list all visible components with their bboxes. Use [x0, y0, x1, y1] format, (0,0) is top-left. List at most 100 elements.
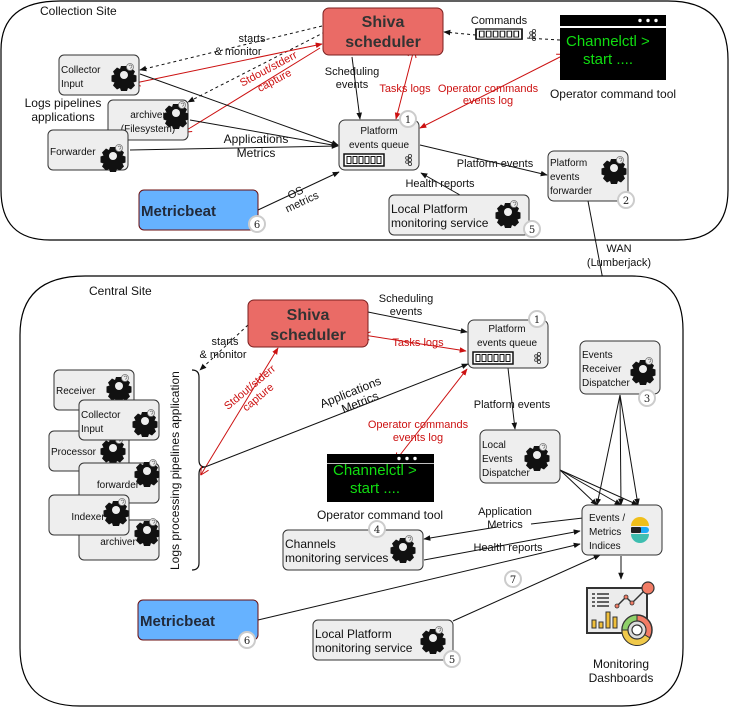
svg-text:Collector: Collector — [81, 410, 121, 421]
queue-icon — [343, 153, 385, 167]
pipelines-label: Logs pipelines — [25, 96, 102, 110]
central-operator-command-tool-caption: Operator command tool — [317, 508, 443, 522]
app-collector-input[interactable]: Collector Input — [78, 399, 160, 441]
svg-text:events queue: events queue — [477, 338, 537, 349]
svg-text:Events /: Events / — [589, 513, 625, 524]
svg-text:Local: Local — [482, 440, 506, 451]
label-health-reports: Health reports — [405, 178, 475, 190]
label-central-health-reports: Health reports — [473, 542, 543, 554]
operator-command-tool-caption: Operator command tool — [550, 87, 676, 101]
node-central-local-platform-monitoring[interactable]: Local Platform monitoring service 5 — [312, 619, 461, 668]
node-local-platform-monitoring[interactable]: Local Platform monitoring service 5 — [388, 194, 541, 238]
svg-text:Processor: Processor — [51, 447, 97, 458]
node-platform-events-queue[interactable]: Platform events queue 1 — [338, 110, 420, 171]
commands-queue-icon — [475, 28, 523, 41]
label-central-events-log: events log — [393, 432, 443, 444]
central-site-title: Central Site — [89, 284, 152, 298]
svg-text:1: 1 — [405, 115, 411, 126]
svg-text:5: 5 — [529, 225, 535, 236]
svg-text:start ....: start .... — [583, 51, 633, 68]
svg-text:Shiva: Shiva — [362, 14, 405, 31]
label-tasks-logs: Tasks logs — [379, 83, 431, 95]
label-scheduling: Scheduling — [325, 66, 379, 78]
svg-text:Channelctl >: Channelctl > — [333, 462, 417, 479]
label-central-starts: starts — [212, 336, 239, 348]
svg-text:archiver: archiver — [100, 537, 136, 548]
node-events-metrics-indices[interactable]: Events / Metrics Indices — [581, 504, 663, 556]
label-events-log: events log — [463, 95, 513, 107]
svg-text:start ....: start .... — [350, 480, 400, 497]
svg-text:5: 5 — [449, 655, 455, 666]
app-indexer[interactable]: Indexer — [48, 494, 130, 536]
wan-label: WAN — [606, 243, 631, 255]
pipelines-vertical-label: Logs processing pipelines application — [168, 371, 182, 570]
svg-text:Forwarder: Forwarder — [50, 147, 96, 158]
svg-text:Metricbeat: Metricbeat — [140, 613, 215, 630]
label-monitor: & monitor — [214, 46, 261, 58]
dashboards-caption-2: Dashboards — [589, 671, 654, 685]
svg-text:6: 6 — [244, 636, 250, 647]
svg-text:Platform: Platform — [550, 158, 587, 169]
collection-site-title: Collection Site — [40, 4, 117, 18]
architecture-diagram: Collection Site starts & monitor Stdout/… — [0, 0, 729, 707]
svg-text:monitoring service: monitoring service — [391, 216, 489, 230]
svg-text:Dispatcher: Dispatcher — [482, 468, 530, 479]
label-operator-commands: Operator commands — [438, 83, 539, 95]
svg-text:Receiver: Receiver — [56, 386, 96, 397]
node-forwarder[interactable]: Forwarder — [47, 129, 129, 173]
label-central-operator-commands: Operator commands — [368, 419, 469, 431]
node-central-platform-events-queue[interactable]: Platform events queue 1 — [467, 310, 549, 369]
svg-text:1: 1 — [534, 315, 540, 326]
svg-text:Platform: Platform — [360, 126, 397, 137]
svg-text:Channelctl >: Channelctl > — [566, 33, 650, 50]
dashboards-caption: Monitoring — [593, 657, 649, 671]
svg-text:Dispatcher: Dispatcher — [582, 378, 630, 389]
label-application-metrics: Metrics — [487, 519, 523, 531]
label-central-monitor: & monitor — [199, 349, 246, 361]
label-starts: starts — [239, 33, 266, 45]
svg-text:Indices: Indices — [589, 541, 621, 552]
operator-command-tool[interactable]: Channelctl > start .... — [560, 15, 666, 80]
svg-text:Events: Events — [482, 454, 513, 465]
svg-text:Shiva: Shiva — [287, 307, 330, 324]
queue-icon — [472, 351, 514, 365]
node-shiva-scheduler[interactable]: Shiva scheduler — [322, 7, 444, 56]
node-metricbeat[interactable]: Metricbeat 6 — [138, 189, 266, 233]
label-central-platform-events: Platform events — [474, 399, 551, 411]
label-central-tasks-logs: Tasks logs — [392, 337, 444, 349]
svg-text:monitoring services: monitoring services — [285, 551, 388, 565]
svg-text:Receiver: Receiver — [582, 364, 622, 375]
svg-text:Channels: Channels — [285, 537, 336, 551]
wan-lumberjack-label: (Lumberjack) — [587, 257, 651, 269]
elasticsearch-icon — [631, 517, 649, 543]
svg-text:Local Platform: Local Platform — [315, 627, 392, 641]
central-operator-command-tool[interactable]: Channelctl > start .... — [327, 454, 434, 502]
svg-text:Input: Input — [81, 424, 103, 435]
svg-text:scheduler: scheduler — [345, 34, 421, 51]
svg-text:2: 2 — [623, 196, 629, 207]
svg-text:forwarder: forwarder — [97, 480, 140, 491]
svg-text:Local Platform: Local Platform — [391, 202, 468, 216]
svg-text:6: 6 — [254, 220, 260, 231]
svg-text:scheduler: scheduler — [270, 327, 346, 344]
node-collector-input[interactable]: Collector Input — [58, 54, 140, 96]
svg-text:forwarder: forwarder — [550, 186, 593, 197]
label-application: Application — [478, 506, 532, 518]
svg-text:monitoring service: monitoring service — [315, 641, 413, 655]
svg-text:Metrics: Metrics — [589, 527, 621, 538]
node-platform-events-forwarder[interactable]: Platform events forwarder 2 — [547, 150, 635, 209]
svg-text:4: 4 — [374, 525, 380, 536]
svg-text:Collector: Collector — [61, 65, 101, 76]
collection-site: Collection Site starts & monitor Stdout/… — [0, 0, 729, 241]
node-local-events-dispatcher[interactable]: Local Events Dispatcher — [479, 429, 561, 484]
svg-text:7: 7 — [510, 575, 516, 586]
node-central-shiva-scheduler[interactable]: Shiva scheduler — [247, 299, 369, 348]
label-central-scheduling-events: events — [390, 306, 423, 318]
svg-text:(Filesystem): (Filesystem) — [121, 124, 175, 135]
svg-text:Platform: Platform — [488, 324, 525, 335]
svg-text:Metricbeat: Metricbeat — [141, 203, 216, 220]
svg-text:Events: Events — [582, 350, 613, 361]
svg-text:events: events — [550, 172, 579, 183]
label-commands: Commands — [471, 15, 528, 27]
central-site: Central Site Logs processing pipelines a… — [19, 275, 684, 707]
